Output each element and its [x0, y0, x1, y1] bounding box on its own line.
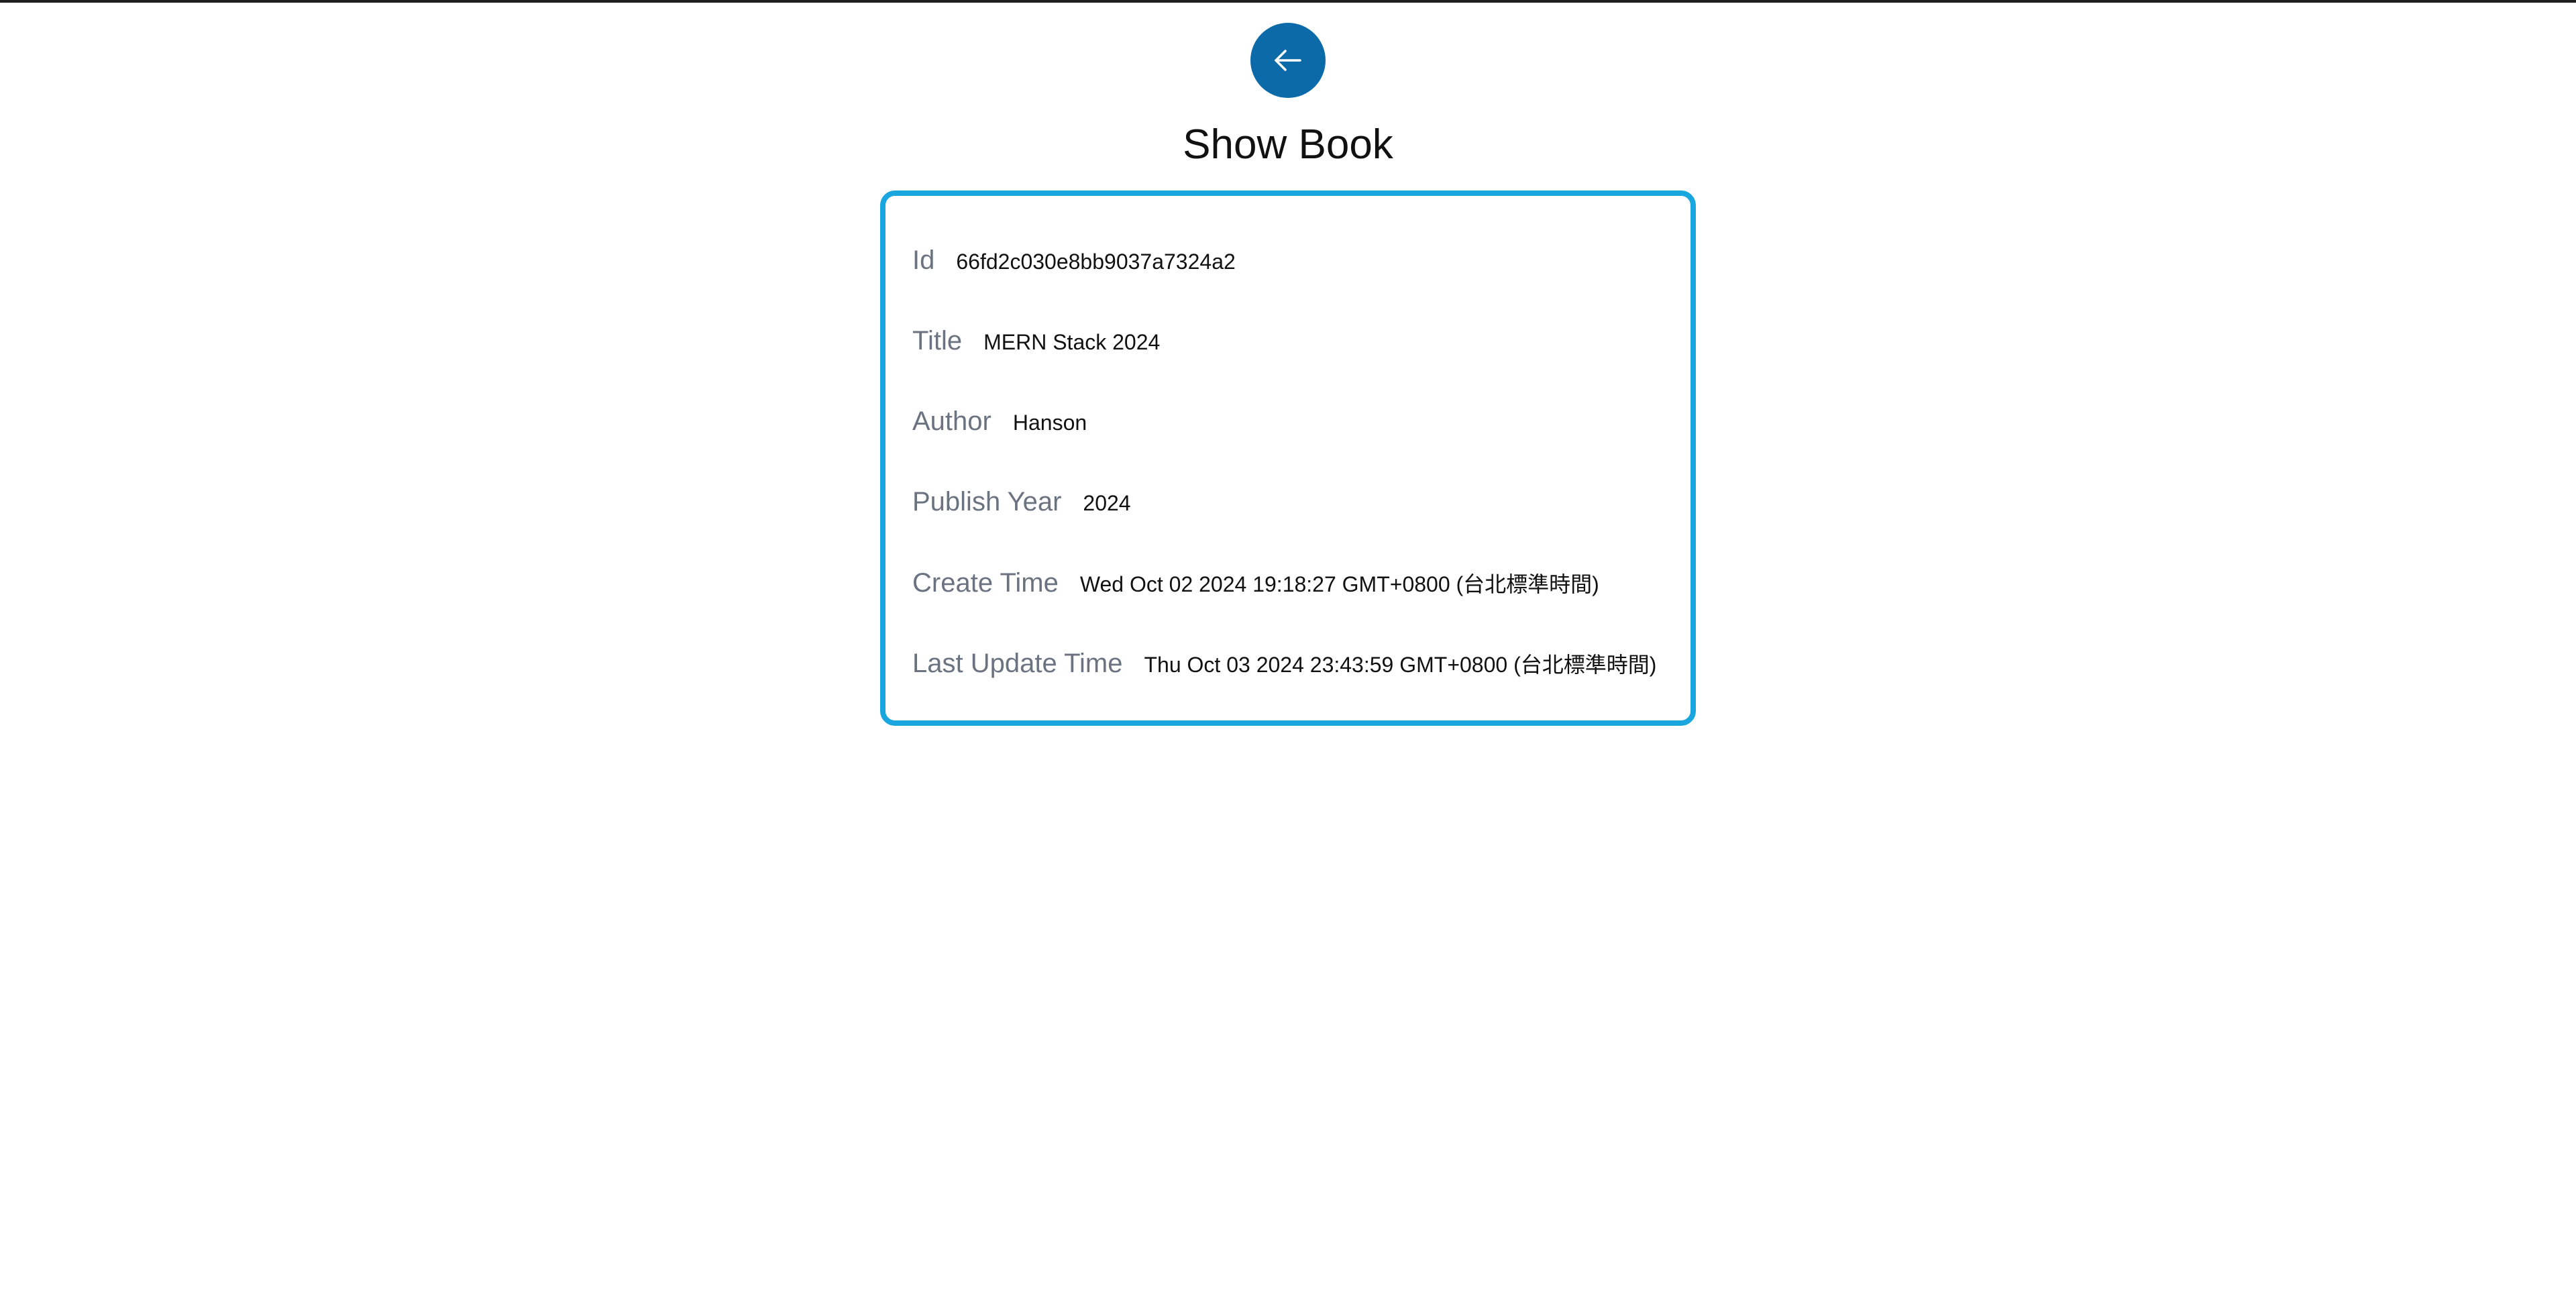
field-label-last-update-time: Last Update Time — [912, 649, 1123, 678]
field-label-title: Title — [912, 326, 963, 356]
field-value-author: Hanson — [1012, 411, 1087, 435]
field-row-create-time: Create Time Wed Oct 02 2024 19:18:27 GMT… — [912, 567, 1599, 598]
field-label-id: Id — [912, 246, 935, 275]
field-row-title: Title MERN Stack 2024 — [912, 326, 1160, 356]
field-row-last-update-time: Last Update Time Thu Oct 03 2024 23:43:5… — [912, 648, 1656, 679]
field-label-create-time: Create Time — [912, 568, 1059, 598]
field-value-title: MERN Stack 2024 — [983, 330, 1161, 354]
field-label-publish-year: Publish Year — [912, 487, 1062, 517]
back-button[interactable] — [1250, 23, 1326, 98]
field-value-publish-year: 2024 — [1083, 491, 1131, 515]
field-row-publish-year: Publish Year 2024 — [912, 487, 1131, 517]
field-value-create-time: Wed Oct 02 2024 19:18:27 GMT+0800 (台北標準時… — [1079, 572, 1599, 596]
window-top-border — [0, 0, 2576, 3]
field-value-last-update-time: Thu Oct 03 2024 23:43:59 GMT+0800 (台北標準時… — [1144, 653, 1657, 677]
field-label-author: Author — [912, 406, 991, 436]
field-value-id: 66fd2c030e8bb9037a7324a2 — [956, 250, 1236, 274]
field-row-author: Author Hanson — [912, 406, 1087, 437]
arrow-left-icon — [1275, 50, 1301, 71]
page-title: Show Book — [1183, 121, 1393, 168]
field-row-id: Id 66fd2c030e8bb9037a7324a2 — [912, 246, 1236, 276]
book-details-card: Id 66fd2c030e8bb9037a7324a2 Title MERN S… — [880, 191, 1696, 726]
